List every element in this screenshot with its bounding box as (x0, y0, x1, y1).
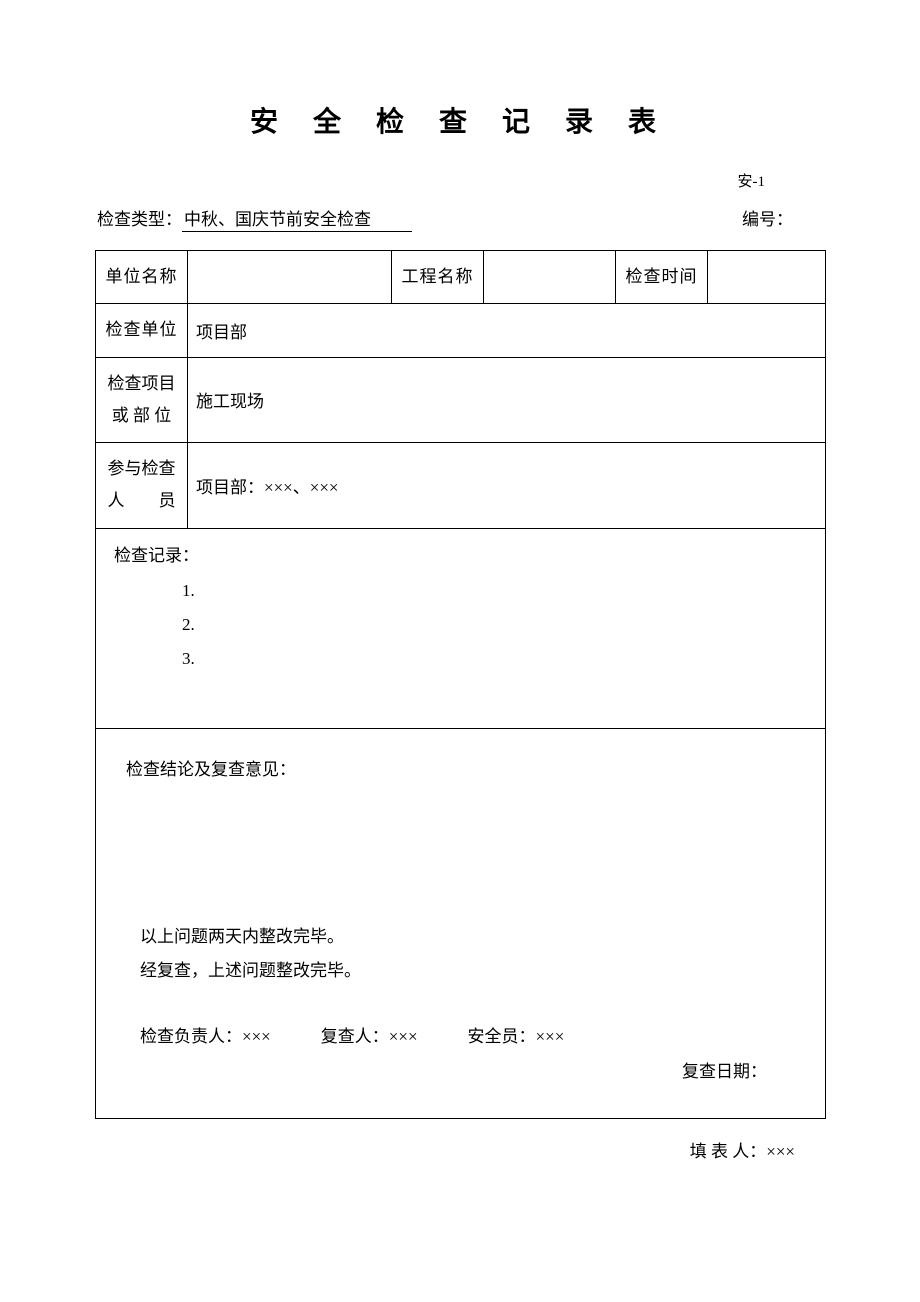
check-time-label: 检查时间 (616, 251, 708, 304)
check-item-value: 施工现场 (188, 357, 826, 443)
meta-row: 检查类型： 中秋、国庆节前安全检查 编号： (95, 205, 825, 232)
list-item: 2. (182, 608, 807, 642)
safety-officer: 安全员：××× (468, 1022, 565, 1047)
unit-name-label: 单位名称 (96, 251, 188, 304)
table-row: 检查项目 或 部 位 施工现场 (96, 357, 826, 443)
rechecker: 复查人：××× (321, 1022, 418, 1047)
check-time-value (708, 251, 826, 304)
footer-filled-by: 填 表 人：××× (95, 1137, 825, 1162)
form-code: 安-1 (95, 170, 825, 191)
check-item-label-line2: 或 部 位 (104, 400, 179, 432)
table-row: 参与检查 人 员 项目部：×××、××× (96, 443, 826, 529)
filled-by-label: 填 表 人： (690, 1142, 767, 1161)
participants-value: 项目部：×××、××× (188, 443, 826, 529)
conclusion-cell: 检查结论及复查意见： 以上问题两天内整改完毕。 经复查，上述问题整改完毕。 检查… (96, 728, 826, 1118)
list-item: 1. (182, 574, 807, 608)
table-row: 检查结论及复查意见： 以上问题两天内整改完毕。 经复查，上述问题整改完毕。 检查… (96, 728, 826, 1118)
check-responsible-label: 检查负责人： (140, 1027, 242, 1046)
project-name-value (484, 251, 616, 304)
serial-number-field: 编号： (742, 205, 823, 232)
records-title: 检查记录： (114, 541, 807, 566)
table-row: 检查单位 项目部 (96, 304, 826, 357)
project-name-label: 工程名称 (392, 251, 484, 304)
check-item-label-line1: 检查项目 (104, 368, 179, 400)
safety-officer-value: ××× (536, 1027, 565, 1046)
list-item: 3. (182, 642, 807, 676)
serial-number-label: 编号： (742, 210, 793, 229)
participants-label: 参与检查 人 员 (96, 443, 188, 529)
safety-officer-label: 安全员： (468, 1027, 536, 1046)
rechecker-value: ××× (389, 1027, 418, 1046)
conclusion-body: 以上问题两天内整改完毕。 经复查，上述问题整改完毕。 (126, 920, 795, 988)
check-responsible: 检查负责人：××× (140, 1022, 271, 1047)
check-unit-value: 项目部 (188, 304, 826, 357)
check-responsible-value: ××× (242, 1027, 271, 1046)
rechecker-label: 复查人： (321, 1027, 389, 1046)
conclusion-title: 检查结论及复查意见： (126, 755, 795, 780)
conclusion-line1: 以上问题两天内整改完毕。 (140, 920, 795, 954)
check-type-field: 检查类型： 中秋、国庆节前安全检查 (97, 205, 412, 232)
signature-row: 检查负责人：××× 复查人：××× 安全员：××× (126, 1022, 795, 1047)
conclusion-line2: 经复查，上述问题整改完毕。 (140, 954, 795, 988)
record-table: 单位名称 工程名称 检查时间 检查单位 项目部 检查项目 或 部 位 施工现场 … (95, 250, 826, 1119)
page-title: 安 全 检 查 记 录 表 (95, 100, 825, 140)
filled-by-value: ××× (766, 1142, 795, 1161)
check-item-label: 检查项目 或 部 位 (96, 357, 188, 443)
recheck-date: 复查日期： (126, 1057, 795, 1082)
check-unit-label: 检查单位 (96, 304, 188, 357)
check-type-label: 检查类型： (97, 205, 182, 230)
unit-name-value (188, 251, 392, 304)
records-list: 1. 2. 3. (114, 574, 807, 676)
participants-label-line1: 参与检查 (104, 453, 179, 485)
participants-label-line2: 人 员 (104, 485, 179, 517)
check-type-value: 中秋、国庆节前安全检查 (182, 205, 412, 232)
records-cell: 检查记录： 1. 2. 3. (96, 528, 826, 728)
table-row: 单位名称 工程名称 检查时间 (96, 251, 826, 304)
table-row: 检查记录： 1. 2. 3. (96, 528, 826, 728)
